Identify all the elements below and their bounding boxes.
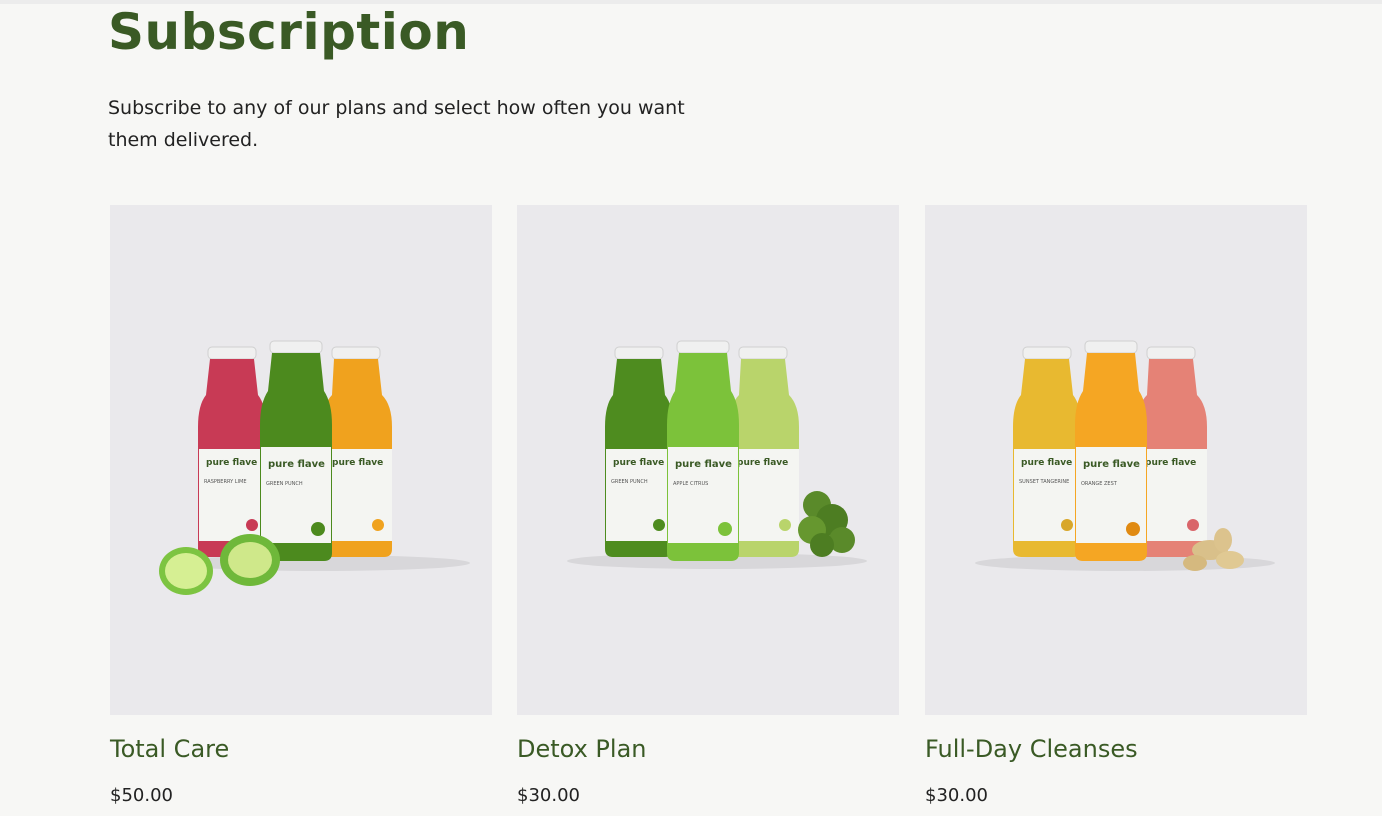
page-subtitle: Subscribe to any of our plans and select…	[108, 97, 685, 151]
brand-label: pure flave	[675, 459, 732, 470]
flavor-label: APPLE CITRUS	[673, 481, 708, 487]
flavor-label: GREEN PUNCH	[266, 481, 303, 487]
brand-label: pure flave	[206, 458, 257, 468]
flavor-label: RASPBERRY LIME	[204, 479, 246, 485]
product-name[interactable]: Full-Day Cleanses	[925, 735, 1138, 763]
brand-label: pure flave	[613, 458, 664, 468]
brand-label: pure flave	[268, 459, 325, 470]
product-image[interactable]: pure flave pure flave GREEN PUNCH pure f…	[517, 205, 899, 715]
brand-label: pure flave	[1083, 459, 1140, 470]
page-title: Subscription	[108, 3, 470, 61]
kale-garnish	[798, 491, 855, 557]
product-price: $50.00	[110, 785, 173, 806]
brand-label: pure flave	[737, 458, 788, 468]
juice-bottles-illustration: pure flave pure flave RASPBERRY LIME pur…	[159, 340, 470, 595]
product-card-detox-plan[interactable]: pure flave pure flave GREEN PUNCH pure f…	[517, 205, 899, 806]
product-name[interactable]: Total Care	[110, 735, 229, 763]
brand-label: pure flave	[1021, 458, 1072, 468]
product-image[interactable]: pure flave pure flave RASPBERRY LIME pur…	[110, 205, 492, 715]
product-card-full-day-cleanses[interactable]: pure flave pure flave SUNSET TANGERINE p…	[925, 205, 1307, 806]
juice-bottles-illustration: pure flave pure flave GREEN PUNCH pure f…	[567, 340, 867, 569]
flavor-label: ORANGE ZEST	[1081, 481, 1118, 487]
brand-label: pure flave	[1145, 458, 1196, 468]
product-price: $30.00	[517, 785, 580, 806]
flavor-label: GREEN PUNCH	[611, 479, 648, 485]
flavor-label: SUNSET TANGERINE	[1019, 479, 1069, 485]
product-image[interactable]: pure flave pure flave SUNSET TANGERINE p…	[925, 205, 1307, 715]
juice-bottles-illustration: pure flave pure flave SUNSET TANGERINE p…	[975, 340, 1275, 571]
product-name[interactable]: Detox Plan	[517, 735, 647, 763]
brand-label: pure flave	[332, 458, 383, 468]
product-card-total-care[interactable]: pure flave pure flave RASPBERRY LIME pur…	[110, 205, 492, 806]
product-price: $30.00	[925, 785, 988, 806]
